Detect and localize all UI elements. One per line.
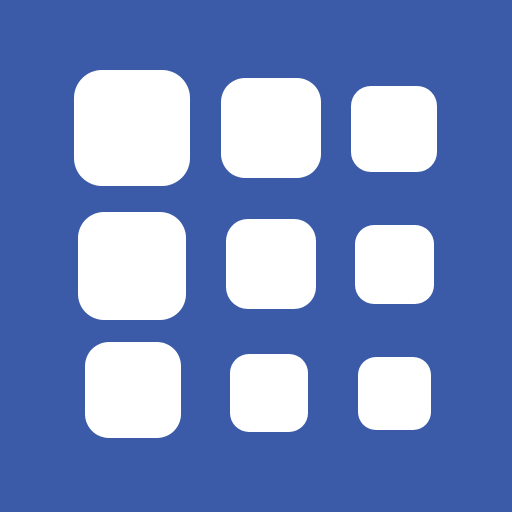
tile-r2-c3 <box>355 225 434 304</box>
tile-r2-c1 <box>78 212 186 320</box>
tile-r1-c1 <box>74 70 190 186</box>
tile-r3-c3 <box>358 357 431 430</box>
tile-r1-c2 <box>221 78 321 178</box>
tile-r3-c1 <box>85 342 181 438</box>
tile-r2-c2 <box>226 219 316 309</box>
app-icon <box>0 0 512 512</box>
tile-r3-c2 <box>230 354 308 432</box>
tile-r1-c3 <box>351 86 437 172</box>
